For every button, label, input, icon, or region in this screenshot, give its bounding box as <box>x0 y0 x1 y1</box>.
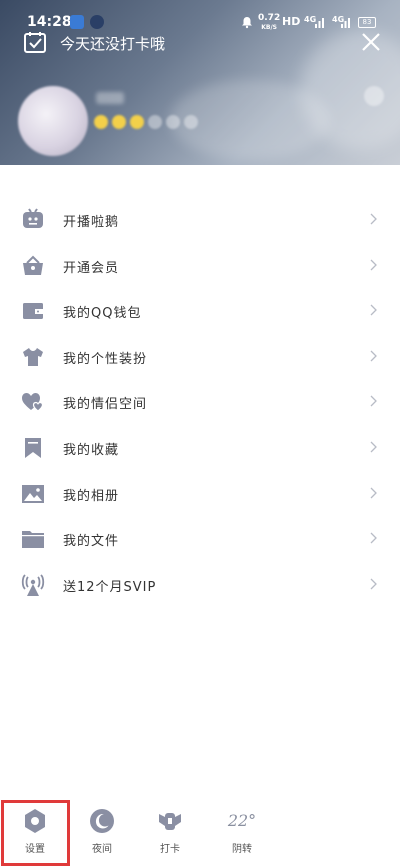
hearts-icon <box>22 393 44 413</box>
crown-basket-icon <box>23 255 43 275</box>
nickname-blurred <box>96 92 124 104</box>
night-mode-button[interactable]: 夜间 <box>72 808 132 864</box>
avatar[interactable] <box>18 86 88 156</box>
weather-temperature: 22° <box>227 811 257 830</box>
menu-item-label: 我的相册 <box>63 488 120 504</box>
settings-highlight-box <box>1 800 70 866</box>
folder-icon <box>22 531 44 549</box>
weather-label: 阴转 <box>232 844 252 855</box>
level-crown-icon <box>94 115 108 129</box>
chevron-right-icon <box>370 532 377 544</box>
tv-robot-icon <box>23 208 43 228</box>
moon-icon <box>90 809 114 833</box>
app-notification-icon <box>90 15 104 29</box>
menu-item-label: 我的情侣空间 <box>63 397 148 413</box>
side-menu-list: 开播啦鹅 开通会员 我的QQ钱包 我的个性装扮 我的情侣空间 我的收藏 我的相册… <box>0 197 400 607</box>
menu-item-wallet[interactable]: 我的QQ钱包 <box>0 288 400 334</box>
chevron-right-icon <box>370 578 377 590</box>
chevron-right-icon <box>370 350 377 362</box>
level-crown-icon <box>112 115 126 129</box>
menu-item-label: 开通会员 <box>63 260 120 276</box>
calendar-check-icon[interactable] <box>24 31 46 53</box>
level-crown-icon <box>130 115 144 129</box>
menu-item-live[interactable]: 开播啦鹅 <box>0 197 400 243</box>
battery-indicator: 83 <box>358 17 376 28</box>
checkin-prompt[interactable]: 今天还没打卡哦 <box>60 33 165 54</box>
alipay-notification-icon <box>70 15 84 29</box>
menu-item-label: 送12个月SVIP <box>63 579 157 595</box>
menu-item-files[interactable]: 我的文件 <box>0 516 400 562</box>
signal-bars-icon <box>315 18 324 28</box>
checkin-button[interactable]: 打卡 <box>140 808 200 864</box>
menu-item-favorites[interactable]: 我的收藏 <box>0 425 400 471</box>
menu-item-label: 开播啦鹅 <box>63 215 120 230</box>
menu-item-album[interactable]: 我的相册 <box>0 471 400 517</box>
chevron-right-icon <box>370 487 377 499</box>
menu-item-label: 我的文件 <box>63 534 120 550</box>
alarm-bell-icon <box>242 17 252 29</box>
level-badges[interactable] <box>94 114 202 129</box>
menu-item-label: 我的QQ钱包 <box>63 306 142 322</box>
menu-item-label: 我的个性装扮 <box>63 351 148 367</box>
menu-item-label: 我的收藏 <box>63 442 120 458</box>
chevron-right-icon <box>370 259 377 271</box>
signal-bars-icon <box>341 18 350 28</box>
menu-item-couple-space[interactable]: 我的情侣空间 <box>0 379 400 425</box>
network-speed-value: 0.72 <box>258 13 281 23</box>
checkin-label: 打卡 <box>160 844 180 855</box>
close-icon[interactable] <box>360 31 382 53</box>
menu-item-membership[interactable]: 开通会员 <box>0 243 400 289</box>
level-badge-icon <box>148 115 162 129</box>
menu-item-theme[interactable]: 我的个性装扮 <box>0 334 400 380</box>
tshirt-icon <box>23 347 43 366</box>
bookmark-icon <box>25 437 41 458</box>
hd-indicator: HD <box>282 15 301 28</box>
level-badge-icon <box>184 115 198 129</box>
top-bar: 今天还没打卡哦 <box>0 28 400 60</box>
chevron-right-icon <box>370 441 377 453</box>
chevron-right-icon <box>370 395 377 407</box>
night-mode-label: 夜间 <box>92 844 112 855</box>
level-badge-icon <box>166 115 180 129</box>
weather-button[interactable]: 22° 阴转 <box>212 808 272 864</box>
winged-badge-icon <box>159 813 181 830</box>
photo-icon <box>22 484 44 503</box>
menu-item-svip-gift[interactable]: 送12个月SVIP <box>0 562 400 608</box>
chevron-right-icon <box>370 213 377 225</box>
wallet-icon <box>23 303 43 320</box>
chevron-right-icon <box>370 304 377 316</box>
profile-header: 14:28 0.72 KB/S HD 4G 4G 83 今天还没打卡哦 <box>0 0 400 165</box>
broadcast-tower-icon <box>21 574 45 596</box>
qr-code-icon[interactable] <box>364 86 384 106</box>
